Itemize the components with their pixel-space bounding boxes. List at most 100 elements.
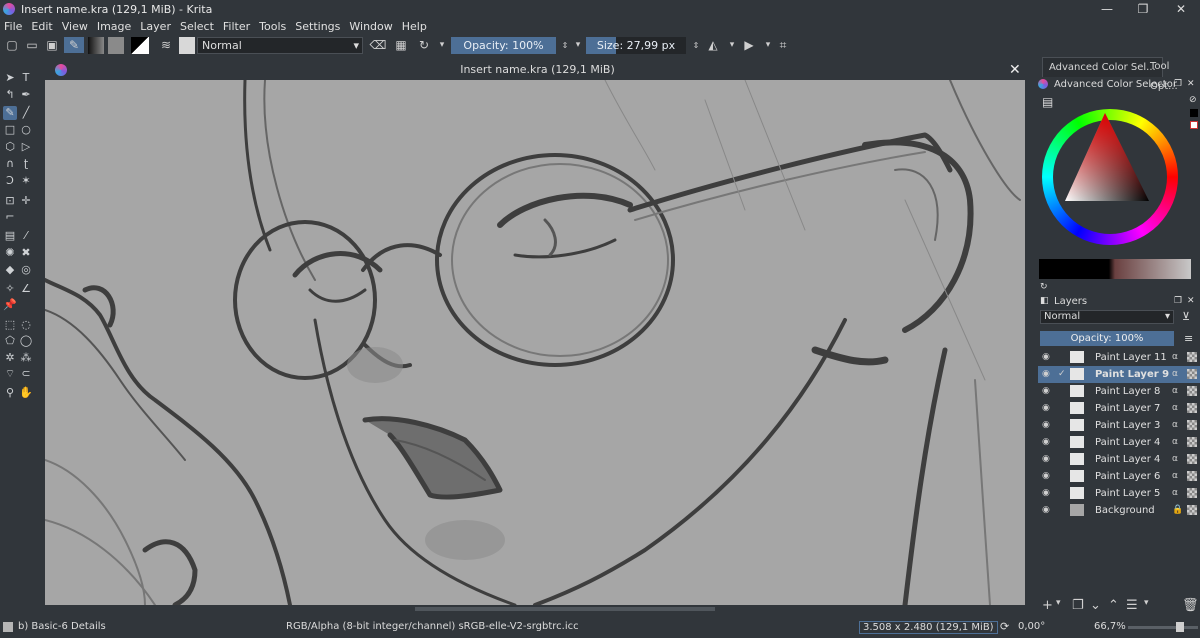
gradient-preset-icon[interactable] [88, 37, 104, 54]
reload-preset-icon[interactable]: ↻ [416, 37, 432, 53]
crop-tool-icon[interactable]: ⌐ [3, 210, 17, 224]
visibility-eye-icon[interactable]: ◉ [1042, 451, 1050, 468]
layer-row[interactable]: ◉ Paint Layer 6α [1038, 468, 1200, 485]
zoom-slider-handle[interactable] [1176, 622, 1184, 632]
menu-image[interactable]: Image [97, 20, 131, 33]
menu-edit[interactable]: Edit [31, 20, 52, 33]
menu-view[interactable]: View [62, 20, 88, 33]
inherit-alpha-icon[interactable] [1187, 454, 1197, 464]
canvas-horizontal-scrollbar[interactable] [45, 605, 1025, 613]
measure-tool-icon[interactable]: ∠ [19, 282, 33, 296]
pan-tool-icon[interactable]: ✋ [19, 386, 33, 400]
close-document-icon[interactable]: ✕ [1009, 60, 1021, 80]
alpha-lock-icon[interactable]: α [1172, 383, 1178, 400]
alpha-lock-icon[interactable]: α [1172, 349, 1178, 366]
reload-menu-chevron-icon[interactable]: ▾ [434, 37, 450, 53]
preserve-alpha-icon[interactable]: ▦ [393, 37, 409, 53]
visibility-eye-icon[interactable]: ◉ [1042, 349, 1050, 366]
visibility-eye-icon[interactable]: ◉ [1042, 417, 1050, 434]
rectangle-tool-icon[interactable]: □ [3, 123, 17, 137]
float-docker-icon[interactable]: ❐ [1174, 79, 1182, 89]
lock-icon[interactable]: 🔒 [1172, 502, 1183, 519]
text-tool-icon[interactable]: T [19, 71, 33, 85]
reference-images-tool-icon[interactable]: 📌 [3, 298, 17, 312]
layer-row[interactable]: ◉ Paint Layer 4α [1038, 434, 1200, 451]
visibility-eye-icon[interactable]: ◉ [1042, 485, 1050, 502]
visibility-eye-icon[interactable]: ◉ [1042, 434, 1050, 451]
status-rotation[interactable]: 0,00° [1018, 621, 1045, 632]
visibility-eye-icon[interactable]: ◉ [1042, 468, 1050, 485]
open-document-icon[interactable]: ▭ [24, 37, 40, 53]
move-layer-up-icon[interactable]: ⌃ [1108, 598, 1119, 613]
color-history-bar[interactable] [1039, 259, 1191, 279]
menu-select[interactable]: Select [180, 20, 214, 33]
fg-bg-color-icon[interactable] [131, 37, 149, 54]
freehand-path-tool-icon[interactable]: ʈ [19, 157, 33, 171]
inherit-alpha-icon[interactable] [1187, 505, 1197, 515]
maximize-button[interactable]: ❐ [1126, 0, 1160, 18]
add-layer-icon[interactable]: + [1042, 598, 1053, 613]
menu-tools[interactable]: Tools [259, 20, 286, 33]
menu-file[interactable]: File [4, 20, 22, 33]
add-layer-chevron-icon[interactable]: ▾ [1056, 598, 1061, 608]
reset-colors-icon[interactable]: ⊘ [1189, 95, 1197, 105]
inherit-alpha-icon[interactable] [1187, 437, 1197, 447]
visibility-eye-icon[interactable]: ◉ [1042, 383, 1050, 400]
inherit-alpha-icon[interactable] [1187, 386, 1197, 396]
fill-tool-icon[interactable]: ◆ [3, 263, 17, 277]
brush-preset-icon[interactable] [179, 37, 195, 54]
status-image-size[interactable]: 3.508 x 2.480 (129,1 MiB) [859, 621, 998, 634]
contiguous-selection-tool-icon[interactable]: ✲ [3, 351, 17, 365]
canvas-vertical-scrollbar[interactable] [1026, 80, 1031, 605]
size-slider[interactable]: Size: 27,99 px [586, 37, 686, 54]
edit-shapes-tool-icon[interactable]: ↰ [3, 88, 17, 102]
layer-row[interactable]: ◉ Paint Layer 3α [1038, 417, 1200, 434]
alpha-lock-icon[interactable]: α [1172, 485, 1178, 502]
layer-row[interactable]: ◉ Paint Layer 4α [1038, 451, 1200, 468]
menu-filter[interactable]: Filter [223, 20, 250, 33]
move-tool-icon[interactable]: ✛ [19, 194, 33, 208]
layers-close-icon[interactable]: ✕ [1187, 296, 1195, 306]
inherit-alpha-icon[interactable] [1187, 352, 1197, 362]
color-picker-tool-icon[interactable]: ⁄ [19, 229, 33, 243]
layer-row[interactable]: ◉ Paint Layer 7α [1038, 400, 1200, 417]
similar-selection-tool-icon[interactable]: ⁂ [19, 351, 33, 365]
elliptical-selection-tool-icon[interactable]: ◌ [19, 318, 33, 332]
delete-layer-icon[interactable]: 🗑 [1182, 598, 1199, 613]
zoom-tool-icon[interactable]: ⚲ [3, 386, 17, 400]
close-docker-icon[interactable]: ✕ [1187, 79, 1195, 89]
visibility-eye-icon[interactable]: ◉ [1042, 366, 1050, 383]
menu-layer[interactable]: Layer [140, 20, 171, 33]
gradient-tool-icon[interactable]: ▤ [3, 229, 17, 243]
inherit-alpha-icon[interactable] [1187, 369, 1197, 379]
inherit-alpha-icon[interactable] [1187, 403, 1197, 413]
assistant-tool-icon[interactable]: ✧ [3, 282, 17, 296]
properties-chevron-icon[interactable]: ▾ [1144, 598, 1149, 608]
mirror-vertical-icon[interactable]: ▶ [741, 37, 757, 53]
rectangular-selection-tool-icon[interactable]: ⬚ [3, 318, 17, 332]
layer-row-background[interactable]: ◉ Background 🔒 [1038, 502, 1200, 519]
inherit-alpha-icon[interactable] [1187, 420, 1197, 430]
transform-tool-icon[interactable]: ⊡ [3, 194, 17, 208]
layer-row[interactable]: ◉ Paint Layer 8α [1038, 383, 1200, 400]
status-zoom[interactable]: 66,7% [1094, 621, 1126, 632]
alpha-lock-icon[interactable]: α [1172, 400, 1178, 417]
polygon-tool-icon[interactable]: ⬡ [3, 140, 17, 154]
opacity-slider[interactable]: Opacity: 100% [451, 37, 556, 54]
alpha-lock-icon[interactable]: α [1172, 417, 1178, 434]
refresh-history-icon[interactable]: ↻ [1040, 282, 1048, 292]
pattern-preset-icon[interactable] [108, 37, 124, 54]
inherit-alpha-icon[interactable] [1187, 471, 1197, 481]
close-button[interactable]: ✕ [1164, 0, 1198, 18]
mirror-horizontal-icon[interactable]: ◭ [705, 37, 721, 53]
move-layer-down-icon[interactable]: ⌄ [1090, 598, 1101, 613]
magnetic-selection-tool-icon[interactable]: ⊂ [19, 367, 33, 381]
rotation-icon[interactable]: ⟳ [1000, 620, 1009, 633]
horizontal-scroll-thumb[interactable] [415, 607, 715, 611]
tab-tool-options[interactable]: Tool Opt... [1144, 57, 1200, 92]
zoom-slider[interactable] [1128, 626, 1198, 629]
layer-filter-icon[interactable]: ⊻ [1182, 310, 1190, 323]
layer-blend-mode-select[interactable]: Normal ▾ [1040, 310, 1174, 324]
mirror-menu-chevron-icon[interactable]: ▾ [724, 37, 740, 53]
calligraphy-tool-icon[interactable]: ✒ [19, 88, 33, 102]
